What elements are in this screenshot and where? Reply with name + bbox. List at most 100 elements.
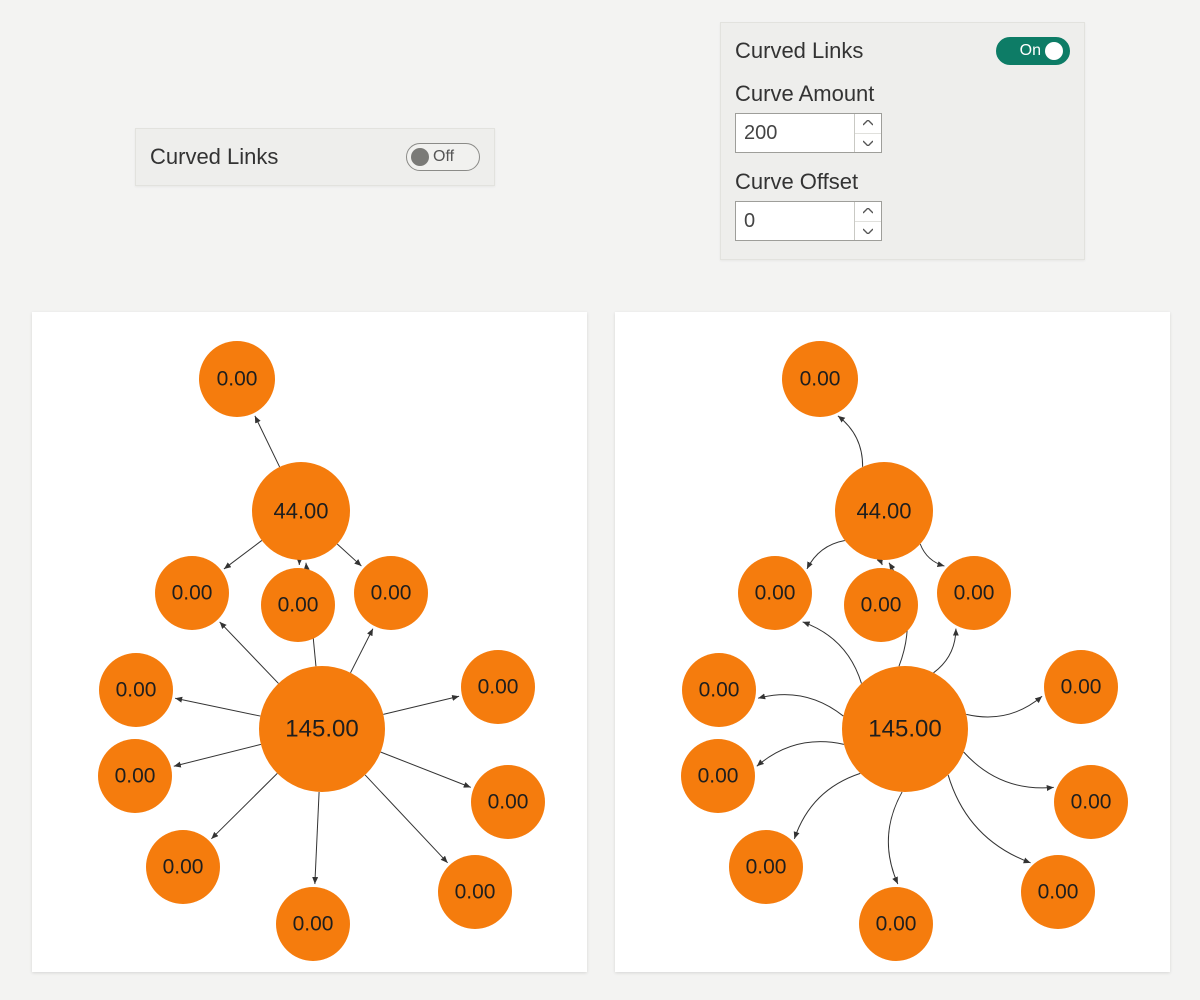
chevron-down-icon[interactable] xyxy=(855,134,881,153)
network-graph-straight[interactable]: 0.00 44.00 0.00 0.00 0.00 145.00 0.00 0.00 0.00 0… xyxy=(32,312,587,972)
graph-node[interactable]: 0.00 xyxy=(155,556,229,630)
graph-edge xyxy=(337,544,361,566)
graph-node[interactable]: 145.00 xyxy=(259,666,385,792)
node-label: 0.00 xyxy=(163,856,204,879)
node-label: 145.00 xyxy=(285,716,358,743)
node-label: 0.00 xyxy=(746,856,787,879)
graph-node[interactable]: 0.00 xyxy=(354,556,428,630)
graph-panel-straight[interactable]: 0.00 44.00 0.00 0.00 0.00 145.00 0.00 0.00 0.00 0… xyxy=(32,312,587,972)
curved-links-label: Curved Links xyxy=(735,38,863,64)
node-label: 0.00 xyxy=(488,791,529,814)
graph-node[interactable]: 0.00 xyxy=(438,855,512,929)
graph-node[interactable]: 0.00 xyxy=(1054,765,1128,839)
graph-edge xyxy=(211,773,277,838)
chevron-down-icon[interactable] xyxy=(855,222,881,241)
node-label: 0.00 xyxy=(800,368,841,391)
graph-node[interactable]: 44.00 xyxy=(835,462,933,560)
curved-links-toggle[interactable]: Off xyxy=(406,143,480,171)
graph-edge xyxy=(838,416,863,467)
graph-node[interactable]: 0.00 xyxy=(782,341,858,417)
node-label: 0.00 xyxy=(217,368,258,391)
graph-edge xyxy=(224,540,262,568)
curved-links-toggle[interactable]: On xyxy=(996,37,1070,65)
node-label: 0.00 xyxy=(278,594,319,617)
network-graph-curved[interactable]: 0.00 44.00 0.00 0.00 0.00 145.00 0.00 0.00 0.00 0… xyxy=(615,312,1170,972)
settings-card-right: Curved Links On Curve Amount 200 Curve O… xyxy=(720,22,1085,260)
chevron-up-icon[interactable] xyxy=(855,114,881,134)
graph-edge xyxy=(758,695,843,716)
graph-node[interactable]: 0.00 xyxy=(276,887,350,961)
graph-edge xyxy=(888,792,902,884)
graph-edge xyxy=(803,622,862,684)
graph-node[interactable]: 0.00 xyxy=(199,341,275,417)
graph-edge xyxy=(882,560,883,565)
graph-edge xyxy=(381,752,471,787)
node-label: 0.00 xyxy=(699,679,740,702)
curve-offset-stepper[interactable]: 0 xyxy=(735,201,882,241)
graph-edge xyxy=(948,775,1031,863)
curve-amount-stepper[interactable]: 200 xyxy=(735,113,882,153)
graph-node[interactable]: 0.00 xyxy=(844,568,918,642)
node-label: 0.00 xyxy=(1071,791,1112,814)
node-label: 0.00 xyxy=(116,679,157,702)
graph-node[interactable]: 0.00 xyxy=(461,650,535,724)
graph-node[interactable]: 0.00 xyxy=(682,653,756,727)
stepper-arrows xyxy=(854,202,881,240)
node-label: 0.00 xyxy=(876,913,917,936)
graph-node[interactable]: 0.00 xyxy=(681,739,755,813)
node-label: 0.00 xyxy=(478,676,519,699)
settings-card-left: Curved Links Off xyxy=(135,128,495,186)
graph-node[interactable]: 0.00 xyxy=(859,887,933,961)
graph-edge xyxy=(966,696,1042,717)
graph-edge xyxy=(365,775,448,863)
node-label: 145.00 xyxy=(868,716,941,743)
graph-node[interactable]: 0.00 xyxy=(99,653,173,727)
graph-edge xyxy=(174,744,261,766)
node-label: 0.00 xyxy=(293,913,334,936)
graph-node[interactable]: 0.00 xyxy=(1044,650,1118,724)
curve-amount-value[interactable]: 200 xyxy=(736,114,854,152)
graph-panel-curved[interactable]: 0.00 44.00 0.00 0.00 0.00 145.00 0.00 0.00 0.00 0… xyxy=(615,312,1170,972)
graph-node[interactable]: 0.00 xyxy=(937,556,1011,630)
chevron-up-icon[interactable] xyxy=(855,202,881,222)
graph-node[interactable]: 0.00 xyxy=(98,739,172,813)
node-label: 0.00 xyxy=(455,881,496,904)
graph-node[interactable]: 0.00 xyxy=(738,556,812,630)
graph-edge xyxy=(255,416,280,467)
graph-node[interactable]: 145.00 xyxy=(842,666,968,792)
curve-offset-label: Curve Offset xyxy=(735,169,1070,195)
graph-node[interactable]: 44.00 xyxy=(252,462,350,560)
node-label: 0.00 xyxy=(172,582,213,605)
graph-edge xyxy=(175,698,260,716)
node-label: 44.00 xyxy=(273,499,328,524)
node-label: 0.00 xyxy=(115,765,156,788)
graph-node[interactable]: 0.00 xyxy=(471,765,545,839)
node-label: 0.00 xyxy=(1038,881,1079,904)
graph-edge xyxy=(351,629,373,673)
node-label: 0.00 xyxy=(371,582,412,605)
curved-links-row: Curved Links Off xyxy=(150,143,480,171)
curve-amount-label: Curve Amount xyxy=(735,81,1070,107)
graph-edge xyxy=(315,792,319,884)
graph-edge xyxy=(934,629,956,673)
node-label: 0.00 xyxy=(698,765,739,788)
toggle-knob-icon xyxy=(411,148,429,166)
graph-node[interactable]: 0.00 xyxy=(146,830,220,904)
node-label: 44.00 xyxy=(856,499,911,524)
node-label: 0.00 xyxy=(954,582,995,605)
graph-edge xyxy=(383,696,459,714)
curved-links-label: Curved Links xyxy=(150,144,278,170)
toggle-state-label: Off xyxy=(433,148,454,166)
graph-edge xyxy=(920,544,944,566)
graph-edge xyxy=(807,540,845,568)
toggle-state-label: On xyxy=(1020,42,1041,60)
graph-edge xyxy=(220,622,279,684)
graph-node[interactable]: 0.00 xyxy=(1021,855,1095,929)
graph-node[interactable]: 0.00 xyxy=(261,568,335,642)
toggle-knob-icon xyxy=(1045,42,1063,60)
graph-node[interactable]: 0.00 xyxy=(729,830,803,904)
curve-offset-value[interactable]: 0 xyxy=(736,202,854,240)
node-label: 0.00 xyxy=(861,594,902,617)
node-label: 0.00 xyxy=(755,582,796,605)
graph-edge xyxy=(757,742,844,767)
